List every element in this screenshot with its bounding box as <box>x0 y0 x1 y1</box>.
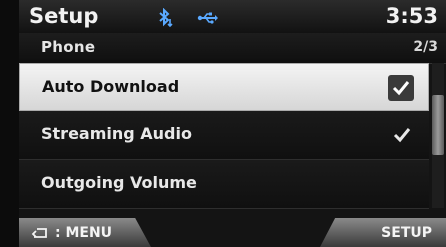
item-label: Outgoing Volume <box>41 173 197 192</box>
list-item-auto-download[interactable]: Auto Download <box>19 63 429 111</box>
page-indicator: 2/3 <box>413 39 438 55</box>
check-icon <box>392 81 410 96</box>
setup-button[interactable]: SETUP <box>320 218 446 247</box>
list-item-outgoing-volume[interactable]: Outgoing Volume <box>19 160 429 209</box>
settings-list: Auto Download Streaming Audio Outgoing V… <box>19 63 429 209</box>
clock: 3:53 <box>385 4 438 28</box>
section-header: Phone 2/3 <box>19 33 446 64</box>
setup-screen: Setup 3:53 Phone 2/3 Auto Download Strea… <box>19 0 446 247</box>
checkbox-auto-download[interactable] <box>388 75 414 101</box>
item-label: Auto Download <box>42 77 180 96</box>
setup-label: SETUP <box>381 224 432 241</box>
app-title: Setup <box>29 4 99 28</box>
item-label: Streaming Audio <box>41 124 192 143</box>
status-bar: Setup 3:53 <box>19 0 446 34</box>
menu-label: : MENU <box>55 224 113 241</box>
section-title: Phone <box>41 38 96 56</box>
check-icon <box>393 128 411 143</box>
scrollbar[interactable] <box>432 63 444 208</box>
list-item-streaming-audio[interactable]: Streaming Audio <box>19 111 429 160</box>
usb-icon <box>197 10 219 29</box>
checkbox-streaming-audio[interactable] <box>389 122 415 148</box>
scrollbar-thumb[interactable] <box>432 95 444 155</box>
menu-button[interactable]: : MENU <box>19 218 151 247</box>
bluetooth-download-icon <box>157 7 175 32</box>
softkey-bar: : MENU SETUP <box>19 210 446 247</box>
back-icon <box>31 227 49 239</box>
